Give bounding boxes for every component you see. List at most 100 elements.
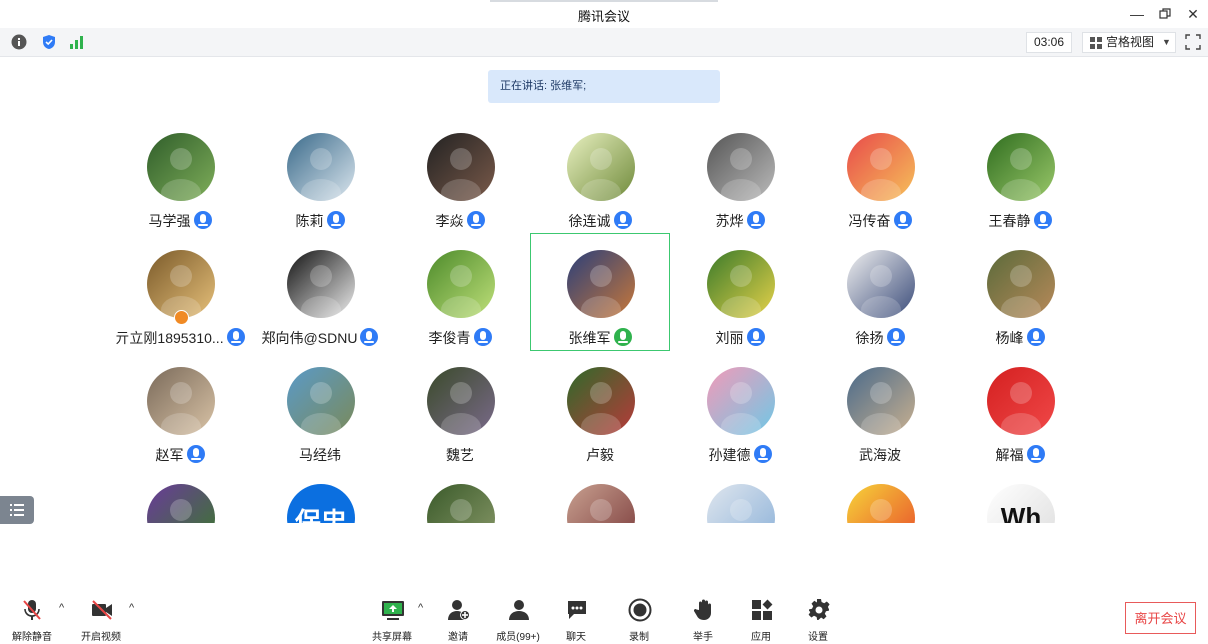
participant-tile[interactable]: 赵军	[110, 367, 250, 485]
participant-tile[interactable]	[390, 484, 530, 523]
info-icon[interactable]	[11, 34, 27, 50]
audio-options-chevron-up-icon[interactable]: ^	[59, 602, 64, 614]
participant-tile[interactable]: 杨峰	[950, 250, 1090, 368]
hand-icon	[693, 599, 711, 620]
avatar: Wh	[987, 484, 1055, 523]
participant-tile[interactable]: 苏烨	[670, 133, 810, 251]
mic-icon	[360, 328, 379, 346]
signal-icon[interactable]	[69, 34, 85, 50]
video-options-chevron-up-icon[interactable]: ^	[129, 602, 134, 614]
participant-tile[interactable]: 李俊青	[390, 250, 530, 368]
participant-name: 徐连诚	[568, 213, 611, 229]
mic-icon	[1026, 445, 1045, 463]
minimize-icon[interactable]: —	[1126, 4, 1148, 24]
avatar	[567, 133, 635, 201]
participant-name: 张维军	[568, 330, 611, 346]
mic-muted-icon	[23, 600, 41, 620]
participant-name: 孙建德	[708, 447, 751, 463]
participant-tile[interactable]: 解福	[950, 367, 1090, 485]
avatar	[847, 484, 915, 523]
participant-name-row: 陈莉	[250, 211, 390, 231]
avatar	[707, 367, 775, 435]
participant-tile[interactable]: 王春静	[950, 133, 1090, 251]
mic-icon	[466, 211, 485, 229]
chevron-down-icon: ▼	[1162, 37, 1171, 47]
title-accent	[490, 0, 718, 2]
title-bar: 腾讯会议 — ✕	[0, 0, 1208, 28]
participant-name: 李俊青	[428, 330, 471, 346]
participant-tile[interactable]: 亓立刚1895310...	[110, 250, 250, 368]
avatar	[427, 133, 495, 201]
avatar	[287, 250, 355, 318]
participant-name-row: 郑向伟@SDNU	[250, 328, 390, 348]
participant-name-row: 冯传奋	[810, 211, 950, 231]
avatar	[427, 250, 495, 318]
participant-tile[interactable]: 张维军	[530, 233, 670, 351]
restore-icon[interactable]	[1154, 4, 1176, 24]
avatar	[147, 133, 215, 201]
participant-tile[interactable]: 孙建德	[670, 367, 810, 485]
share-screen-label: 共享屏幕	[372, 632, 412, 643]
participant-tile[interactable]	[810, 484, 950, 523]
participant-name-row: 亓立刚1895310...	[110, 328, 250, 348]
start-video-label: 开启视频	[81, 632, 121, 643]
mic-icon	[893, 211, 912, 229]
mic-icon	[326, 211, 345, 229]
share-options-chevron-up-icon[interactable]: ^	[418, 602, 423, 614]
participant-name-row: 苏烨	[670, 211, 810, 231]
participant-name-row: 武海波	[810, 445, 950, 465]
avatar	[287, 133, 355, 201]
shield-icon[interactable]	[41, 34, 57, 50]
mic-icon	[1026, 328, 1045, 346]
participant-name: 赵军	[155, 447, 184, 463]
participant-name: 冯传奋	[848, 213, 891, 229]
participant-tile[interactable]	[530, 484, 670, 523]
record-icon	[628, 598, 652, 622]
avatar	[147, 367, 215, 435]
participant-tile[interactable]: 卢毅	[530, 367, 670, 485]
view-mode-label: 宫格视图	[1106, 35, 1155, 49]
apps-icon	[752, 599, 773, 620]
bottom-control-bar: 解除静音 ^ 开启视频 ^ 共享屏幕 ^ 邀请 成员(99+) 聊天 录制 举手…	[0, 590, 1208, 644]
meeting-toolbar: 03:06 宫格视图 ▼	[0, 28, 1208, 57]
participant-grid: 马学强 陈莉 李焱 徐连诚 苏烨 冯传奋 王春静亓立刚1895310... 郑向伟@SDNU 李…	[110, 133, 1090, 523]
participant-name: 马经纬	[299, 447, 341, 463]
participant-name-row: 孙建德	[670, 445, 810, 465]
members-label: 成员(99+)	[496, 632, 540, 643]
participant-tile[interactable]: 冯传奋	[810, 133, 950, 251]
participant-tile[interactable]: 刘丽	[670, 250, 810, 368]
view-mode-dropdown[interactable]: 宫格视图 ▼	[1082, 32, 1176, 53]
window-title: 腾讯会议	[577, 9, 630, 24]
avatar-text: Wh	[1000, 502, 1042, 523]
side-panel-toggle[interactable]	[0, 496, 34, 524]
participant-tile[interactable]: 郑向伟@SDNU	[250, 250, 390, 368]
participant-tile[interactable]	[670, 484, 810, 523]
participant-name-row: 李焱	[390, 211, 530, 231]
participant-tile[interactable]: 魏艺	[390, 367, 530, 485]
grid-view-icon	[1090, 37, 1102, 49]
participant-tile[interactable]	[110, 484, 250, 523]
list-icon	[10, 504, 24, 516]
participant-tile[interactable]: 徐扬	[810, 250, 950, 368]
participant-tile[interactable]: 李焱	[390, 133, 530, 251]
participant-name-row: 赵军	[110, 445, 250, 465]
mic-icon	[746, 328, 765, 346]
participant-name: 徐扬	[855, 330, 884, 346]
mic-icon	[753, 445, 772, 463]
mic-icon	[613, 211, 632, 229]
participant-tile[interactable]: 保忠	[250, 484, 390, 523]
close-icon[interactable]: ✕	[1182, 4, 1204, 24]
mic-icon	[226, 328, 245, 346]
participant-tile[interactable]: 陈莉	[250, 133, 390, 251]
participant-name: 魏艺	[446, 447, 474, 463]
mic-icon	[613, 328, 632, 346]
participant-tile[interactable]: Wh	[950, 484, 1090, 523]
participant-tile[interactable]: 武海波	[810, 367, 950, 485]
mic-icon	[473, 328, 492, 346]
participant-tile[interactable]: 马学强	[110, 133, 250, 251]
fullscreen-icon[interactable]	[1185, 34, 1201, 50]
chat-label: 聊天	[566, 632, 586, 643]
avatar: 保忠	[287, 484, 355, 523]
leave-meeting-button[interactable]: 离开会议	[1125, 602, 1196, 634]
participant-tile[interactable]: 马经纬	[250, 367, 390, 485]
